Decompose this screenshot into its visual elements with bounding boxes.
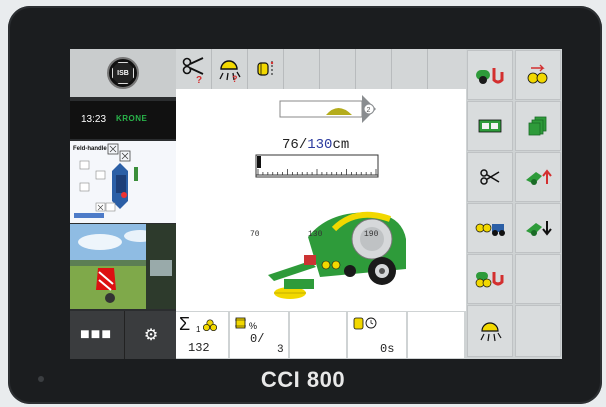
bales-arrow-icon xyxy=(527,64,548,84)
target-diameter: 130 xyxy=(307,137,333,153)
pickup-down-icon xyxy=(526,221,552,236)
status-slot-5 xyxy=(320,49,356,89)
scissors-question-icon: ? xyxy=(182,57,203,84)
pages-icon xyxy=(528,116,547,136)
softkey-knives[interactable] xyxy=(467,152,513,202)
bale-count: 132 xyxy=(188,341,210,355)
scale-min-label: 70 xyxy=(250,230,260,239)
bale-size-fill xyxy=(257,156,261,168)
bales-tractor-icon xyxy=(475,223,505,236)
krone-logo: KRONE xyxy=(116,114,148,123)
net-percent-value: 0/ xyxy=(250,332,265,346)
softkey-pickup-up[interactable] xyxy=(515,152,561,202)
scale-max-label: 190 xyxy=(364,230,379,239)
status-slot-7 xyxy=(392,49,428,89)
bale-counter-prefix: 1 xyxy=(196,325,201,334)
bottom-counter-bar: Σ 1 132 % 0/ 3 0s xyxy=(176,311,466,359)
baler-bales-hand-icon xyxy=(475,272,504,288)
svg-text:%: % xyxy=(249,321,257,331)
softkey-pages[interactable] xyxy=(515,101,561,151)
isb-label: ISB xyxy=(112,62,134,84)
net-percent-counter[interactable]: % 0/ 3 xyxy=(230,312,288,358)
status-bar: 13:23 KRONE xyxy=(70,101,176,139)
counter-display-icon xyxy=(478,119,502,133)
light-status[interactable]: ? xyxy=(212,49,248,89)
svg-text:?: ? xyxy=(232,74,238,83)
softkey-bale-eject[interactable] xyxy=(515,50,561,100)
softkey-column xyxy=(466,49,562,359)
softkey-display[interactable] xyxy=(467,101,513,151)
empty-counter xyxy=(290,312,346,358)
work-light-icon: ? xyxy=(218,60,241,83)
more-icon: ■■■ xyxy=(80,326,112,343)
handle-thumbnail[interactable]: Feld-handle xyxy=(70,141,176,223)
baler-illustration xyxy=(268,211,406,299)
left-bottom-bar: ■■■ ⚙ xyxy=(70,311,176,359)
timer-icon xyxy=(353,317,377,330)
bales-icon xyxy=(203,319,217,331)
status-slot-4 xyxy=(284,49,320,89)
camera-thumbnail[interactable] xyxy=(70,224,176,309)
bale-counter[interactable]: Σ 1 132 xyxy=(176,312,228,358)
status-slot-8 xyxy=(428,49,464,89)
status-slot-6 xyxy=(356,49,392,89)
handle-label: Feld-handle xyxy=(73,146,107,152)
softkey-work-light[interactable] xyxy=(467,305,513,357)
empty-counter-2 xyxy=(408,312,464,358)
softkey-bale-tractor[interactable] xyxy=(467,203,513,253)
work-light-softkey-icon xyxy=(480,322,502,342)
clock: 13:23 xyxy=(81,114,107,125)
softkey-net-stop[interactable] xyxy=(467,254,513,304)
wrap-timer[interactable]: 0s xyxy=(348,312,406,358)
net-wrap-icon xyxy=(256,61,273,77)
menu-button[interactable]: ■■■ xyxy=(70,311,122,359)
bale-shift-arrow: 2 xyxy=(279,95,376,123)
gear-icon: ⚙ xyxy=(143,327,159,344)
bale-size-scale xyxy=(255,154,379,178)
main-work-area: 2 76/130cm 70 130 190 xyxy=(176,89,466,311)
device-brand: CCI 800 xyxy=(260,367,346,392)
isb-area: ISB xyxy=(70,49,176,97)
bale-size-readout: 76/130cm xyxy=(282,137,350,153)
sum-icon: Σ xyxy=(179,314,191,334)
top-status-bar: ? ? xyxy=(176,49,466,89)
size-unit: cm xyxy=(332,137,350,153)
net-percent-sub: 3 xyxy=(277,344,284,356)
timer-value: 0s xyxy=(380,342,395,356)
isb-stop-button[interactable]: ISB xyxy=(107,57,139,89)
net-percent-icon: % xyxy=(235,317,257,331)
softkey-baler-stop[interactable] xyxy=(467,50,513,100)
pickup-up-icon xyxy=(526,169,552,185)
svg-text:?: ? xyxy=(196,75,202,84)
softkey-empty-1 xyxy=(515,254,561,304)
baler-hand-icon xyxy=(476,68,504,84)
net-status[interactable] xyxy=(248,49,284,89)
left-panel: ISB 13:23 KRONE Feld-handle ■■■ ⚙ xyxy=(70,49,176,359)
settings-button[interactable]: ⚙ xyxy=(124,311,177,359)
scale-mid-label: 130 xyxy=(308,230,323,239)
shift-badge: 2 xyxy=(367,107,371,114)
current-diameter: 76 xyxy=(282,137,299,153)
terminal-screen: ISB 13:23 KRONE Feld-handle ■■■ ⚙ ? ? 2 … xyxy=(70,49,562,359)
softkey-empty-2 xyxy=(515,305,561,357)
knife-status[interactable]: ? xyxy=(176,49,212,89)
scissors-icon xyxy=(480,169,500,185)
softkey-pickup-down[interactable] xyxy=(515,203,561,253)
